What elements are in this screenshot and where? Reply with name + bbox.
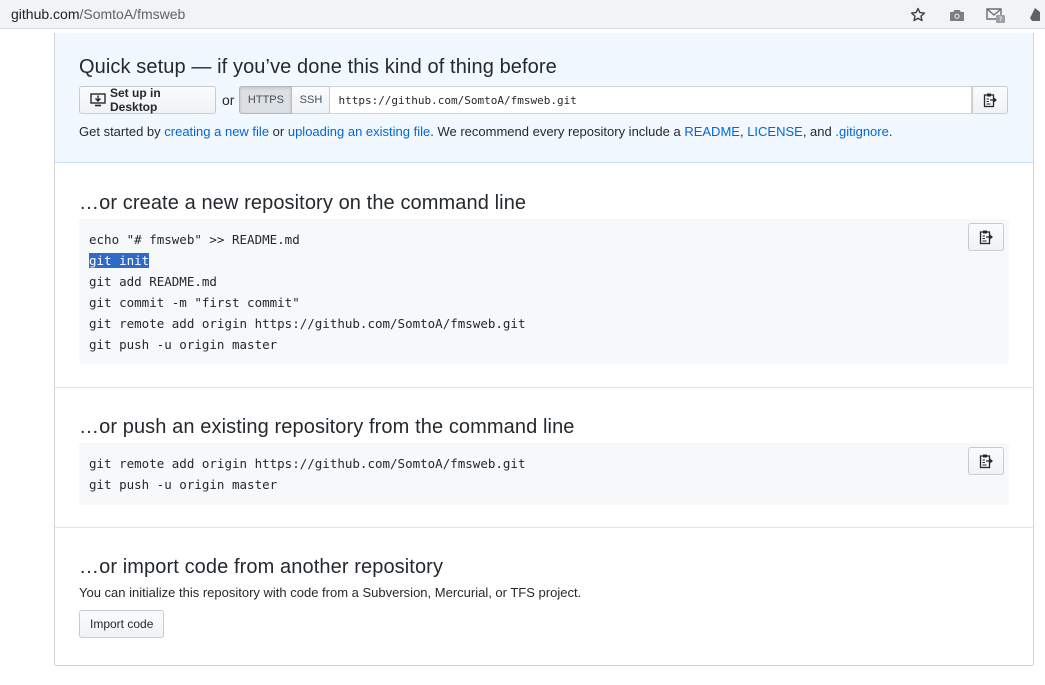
import-section: …or import code from another repository … — [55, 528, 1033, 665]
import-code-button[interactable]: Import code — [79, 610, 165, 638]
gitignore-link[interactable]: .gitignore — [835, 124, 888, 139]
clipboard-icon — [979, 454, 993, 469]
import-description: You can initialize this repository with … — [79, 585, 582, 600]
setup-desktop-label: Set up in Desktop — [110, 86, 161, 114]
address-url[interactable]: github.com/SomtoA/fmsweb — [11, 6, 185, 22]
desktop-download-icon — [90, 93, 106, 107]
code-line: echo "# fmsweb" >> README.md — [89, 232, 300, 247]
push-repo-section: …or push an existing repository from the… — [55, 388, 1033, 528]
code-line: git add README.md — [89, 274, 217, 289]
repo-setup-box: Quick setup — if you’ve done this kind o… — [54, 33, 1034, 666]
copy-push-repo-button[interactable] — [968, 447, 1004, 475]
ssh-button[interactable]: SSH — [292, 86, 331, 114]
code-line-highlighted: git init — [89, 250, 999, 271]
get-started-text-part: or — [269, 124, 288, 139]
clone-row: Set up in Desktop or HTTPS SSH https://g… — [79, 86, 1009, 114]
upload-file-link[interactable]: uploading an existing file — [288, 124, 430, 139]
camera-icon[interactable] — [947, 5, 967, 25]
get-started-prefix: Get started by — [79, 124, 165, 139]
clipboard-icon — [979, 230, 993, 245]
create-new-file-link[interactable]: creating a new file — [164, 124, 269, 139]
url-path: /SomtoA/fmsweb — [79, 6, 186, 22]
code-line: git remote add origin https://github.com… — [89, 316, 526, 331]
selected-text: git init — [89, 253, 150, 268]
copy-clone-url-button[interactable] — [972, 86, 1009, 114]
or-text: or — [222, 92, 235, 108]
push-repo-title: …or push an existing repository from the… — [79, 416, 575, 438]
get-started-text-part: , and — [802, 124, 836, 139]
code-line: git remote add origin https://github.com… — [89, 456, 526, 471]
new-repo-section: …or create a new repository on the comma… — [55, 164, 1033, 388]
svg-text:?: ? — [999, 15, 1003, 23]
get-started-text-part: . We recommend every repository include … — [430, 124, 685, 139]
code-line: git commit -m "first commit" — [89, 295, 300, 310]
import-title: …or import code from another repository — [79, 556, 444, 578]
readme-link[interactable]: README — [684, 124, 740, 139]
new-repo-code[interactable]: echo "# fmsweb" >> README.md git init gi… — [79, 219, 1009, 364]
gmail-icon[interactable]: ? — [986, 5, 1006, 25]
protocol-selector: HTTPS SSH — [239, 86, 331, 114]
quick-setup-title: Quick setup — if you’ve done this kind o… — [79, 56, 557, 78]
quick-setup-panel: Quick setup — if you’ve done this kind o… — [55, 33, 1033, 163]
clipboard-icon — [984, 93, 998, 108]
push-repo-code[interactable]: git remote add origin https://github.com… — [79, 443, 1009, 505]
browser-address-bar: github.com/SomtoA/fmsweb ? — [0, 0, 1045, 29]
extension-icon[interactable] — [1025, 5, 1045, 25]
url-host: github.com — [11, 6, 80, 22]
get-started-text-part: . — [888, 124, 893, 139]
code-line: git push -u origin master — [89, 337, 278, 352]
star-icon[interactable] — [908, 5, 928, 25]
new-repo-title: …or create a new repository on the comma… — [79, 192, 527, 214]
setup-desktop-button[interactable]: Set up in Desktop — [79, 86, 216, 114]
code-line: git push -u origin master — [89, 477, 278, 492]
license-link[interactable]: LICENSE — [747, 124, 803, 139]
https-button[interactable]: HTTPS — [239, 86, 293, 114]
clone-url-input[interactable]: https://github.com/SomtoA/fmsweb.git — [330, 86, 973, 114]
get-started-text: Get started by creating a new file or up… — [79, 124, 892, 139]
copy-new-repo-button[interactable] — [968, 223, 1004, 251]
browser-toolbar-icons: ? — [889, 4, 1045, 25]
